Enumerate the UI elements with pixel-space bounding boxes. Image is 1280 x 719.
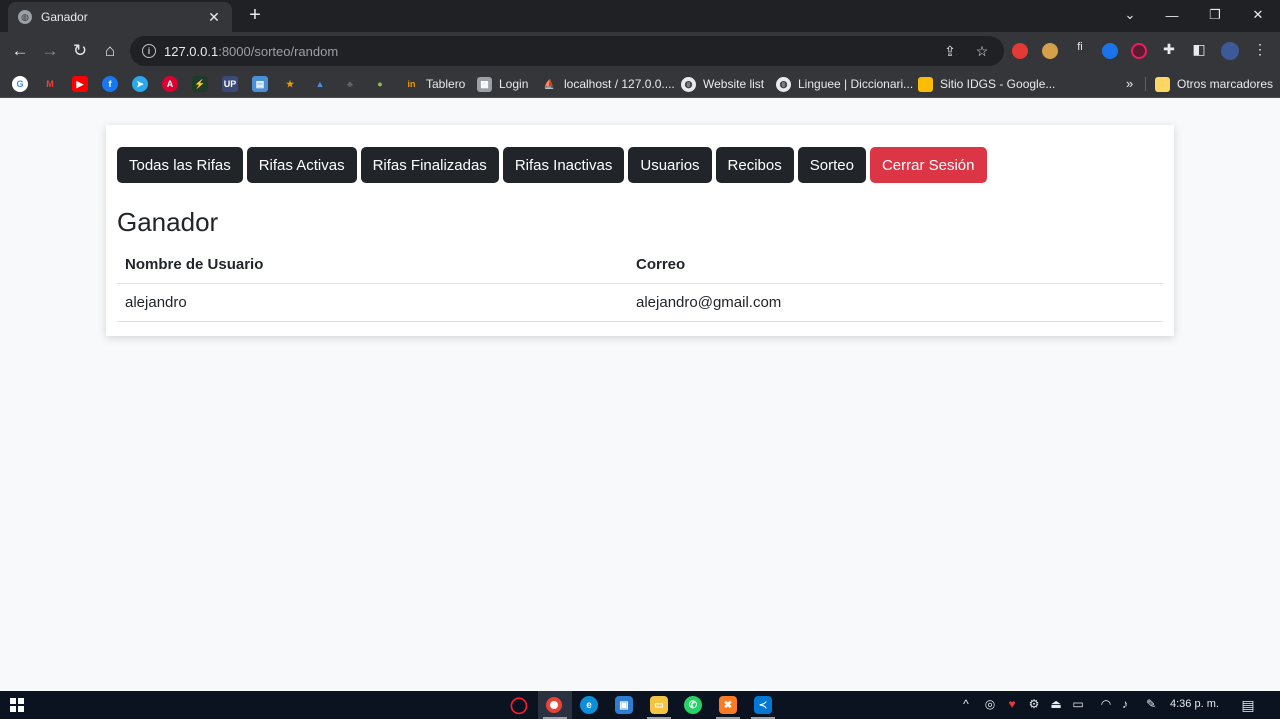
vscode-taskbar-icon[interactable]: ≺ — [754, 696, 772, 714]
back-icon[interactable]: ← — [8, 39, 32, 63]
font-extension-icon[interactable]: fi — [1070, 41, 1090, 53]
new-tab-icon[interactable]: + — [244, 4, 266, 26]
nav-sorteo-button[interactable]: Sorteo — [797, 147, 866, 183]
xampp-taskbar-icon[interactable]: ✖ — [719, 696, 737, 714]
volume-icon[interactable]: ♪ — [1117, 697, 1133, 711]
control-panel-taskbar-icon[interactable]: ▣ — [615, 696, 633, 714]
taskbar-clock[interactable]: 4:36 p. m. — [1170, 698, 1219, 710]
bookmark-localhost[interactable]: ⛵ localhost / 127.0.0.... — [542, 75, 675, 93]
cell-username: alejandro — [117, 283, 628, 322]
browser-tab-strip: ◍ Ganador ✕ + ⌄ — ❐ ✕ — [0, 0, 1280, 32]
opera-extension-icon[interactable] — [1012, 43, 1028, 59]
bookmark-otros[interactable]: Otros marcadores — [1155, 75, 1273, 93]
battery-icon[interactable]: ▭ — [1070, 697, 1086, 711]
bookmark-tablero[interactable]: in Tablero — [404, 75, 466, 93]
browser-tab[interactable]: ◍ Ganador ✕ — [8, 2, 232, 32]
bookmark-login[interactable]: ▦ Login — [477, 75, 528, 93]
restore-icon[interactable]: ❐ — [1195, 0, 1235, 30]
more-bookmarks-icon[interactable]: » — [1126, 76, 1133, 91]
login-icon: ▦ — [477, 76, 492, 92]
record-extension-icon[interactable] — [1131, 43, 1147, 59]
profile-avatar[interactable] — [1221, 42, 1239, 60]
admin-nav: Todas las Rifas Rifas Activas Rifas Fina… — [117, 147, 987, 183]
nav-recibos-button[interactable]: Recibos — [715, 147, 794, 183]
nav-usuarios-button[interactable]: Usuarios — [628, 147, 712, 183]
google-sites-icon — [918, 76, 933, 92]
winner-table: Nombre de Usuario Correo alejandro aleja… — [117, 247, 1163, 322]
globe-icon: ◍ — [681, 76, 696, 92]
angular-bookmark-icon[interactable]: A — [162, 76, 178, 92]
tray-app-icon[interactable]: ◎ — [982, 697, 998, 711]
tab-search-icon[interactable]: ⌄ — [1110, 0, 1150, 30]
bookmarks-bar: G M ▶ f ➤ A ⚡ UP ▤ ★ ▲ ♣ ● in Tablero ▦ … — [0, 70, 1280, 98]
pen-icon[interactable]: ✎ — [1143, 697, 1159, 711]
google-bookmark-icon[interactable]: G — [12, 76, 28, 92]
bookmarks-divider — [1145, 77, 1146, 91]
side-panel-icon[interactable]: ◧ — [1189, 41, 1209, 58]
show-hidden-icons-icon[interactable]: ^ — [958, 697, 974, 711]
bookmark-sitio-idgs[interactable]: Sitio IDGS - Google... — [918, 75, 1055, 93]
content-card: Todas las Rifas Rifas Activas Rifas Fina… — [106, 125, 1174, 336]
tray-steam-icon[interactable]: ⚙ — [1026, 697, 1042, 711]
url-host: 127.0.0.1 — [164, 43, 219, 59]
whatsapp-taskbar-icon[interactable]: ✆ — [684, 696, 702, 714]
app-bookmark-icon[interactable]: ⚡ — [192, 76, 208, 92]
share-icon[interactable]: ⇪ — [940, 43, 960, 60]
logout-button[interactable]: Cerrar Sesión — [869, 147, 987, 183]
nav-rifas-activas-button[interactable]: Rifas Activas — [246, 147, 357, 183]
forward-icon[interactable]: → — [38, 39, 62, 63]
color-bookmark-icon[interactable]: ● — [372, 76, 388, 92]
bookmark-linguee[interactable]: ◍ Linguee | Diccionari... — [776, 75, 913, 93]
dark-bookmark-icon[interactable]: ♣ — [342, 76, 358, 92]
url-path: :8000/sorteo/random — [218, 43, 339, 59]
browser-toolbar: ← → ↻ ⌂ i 127.0.0.1:8000/sorteo/random ⇪… — [0, 32, 1280, 70]
cell-email: alejandro@gmail.com — [628, 283, 1163, 322]
nav-rifas-inactivas-button[interactable]: Rifas Inactivas — [502, 147, 625, 183]
ship-bookmark-icon[interactable]: ▲ — [312, 76, 328, 92]
telegram-bookmark-icon[interactable]: ➤ — [132, 76, 148, 92]
bookmark-star-icon[interactable]: ☆ — [972, 43, 992, 60]
address-bar[interactable]: i 127.0.0.1:8000/sorteo/random ⇪ ☆ — [130, 36, 1004, 66]
globe-icon: ◍ — [776, 76, 791, 92]
bookmark-website-list[interactable]: ◍ Website list — [681, 75, 764, 93]
tab-title: Ganador — [41, 10, 88, 24]
notifications-icon[interactable]: ▤ — [1240, 697, 1256, 714]
tray-usb-icon[interactable]: ⏏ — [1048, 697, 1064, 711]
taskbar: ◯ e ▣ ▭ ✆ ✖ ≺ ^ ◎ ♥ ⚙ ⏏ ▭ ◠ ♪ ✎ 4:36 p. … — [0, 691, 1280, 719]
page-title: Ganador — [117, 207, 219, 237]
facebook-bookmark-icon[interactable]: f — [102, 76, 118, 92]
nav-todas-las-rifas-button[interactable]: Todas las Rifas — [117, 147, 243, 183]
extensions-puzzle-icon[interactable]: ✚ — [1159, 41, 1179, 58]
runner-bookmark-icon[interactable]: ★ — [282, 76, 298, 92]
windows-start-icon[interactable] — [10, 698, 24, 712]
site-info-icon[interactable]: i — [142, 44, 156, 58]
shazam-extension-icon[interactable] — [1102, 43, 1118, 59]
doc-bookmark-icon[interactable]: ▤ — [252, 76, 268, 92]
reload-icon[interactable]: ↻ — [68, 39, 92, 63]
youtube-bookmark-icon[interactable]: ▶ — [72, 76, 88, 92]
close-tab-icon[interactable]: ✕ — [206, 9, 222, 26]
opera-taskbar-icon[interactable]: ◯ — [510, 696, 528, 714]
edge-taskbar-icon[interactable]: e — [580, 696, 598, 714]
file-explorer-taskbar-icon[interactable]: ▭ — [650, 696, 668, 714]
column-header-username: Nombre de Usuario — [117, 247, 628, 284]
phpmyadmin-icon: ⛵ — [543, 78, 556, 89]
close-window-icon[interactable]: ✕ — [1238, 0, 1278, 30]
column-header-email: Correo — [628, 247, 1163, 284]
nav-rifas-finalizadas-button[interactable]: Rifas Finalizadas — [360, 147, 499, 183]
minimize-icon[interactable]: — — [1152, 0, 1192, 30]
globe-icon: ◍ — [18, 10, 32, 24]
wifi-icon[interactable]: ◠ — [1098, 697, 1114, 711]
cookie-extension-icon[interactable] — [1042, 43, 1058, 59]
folder-icon — [1155, 76, 1170, 92]
up-bookmark-icon[interactable]: UP — [222, 76, 238, 92]
home-icon[interactable]: ⌂ — [98, 39, 122, 63]
table-header-row: Nombre de Usuario Correo — [117, 247, 1163, 284]
tray-security-icon[interactable]: ♥ — [1004, 697, 1020, 711]
tablero-icon: in — [407, 79, 416, 89]
chrome-taskbar-icon[interactable] — [546, 697, 562, 713]
gmail-bookmark-icon[interactable]: M — [42, 76, 58, 92]
chrome-menu-icon[interactable]: ⋮ — [1250, 41, 1270, 58]
table-row: alejandro alejandro@gmail.com — [117, 283, 1163, 322]
